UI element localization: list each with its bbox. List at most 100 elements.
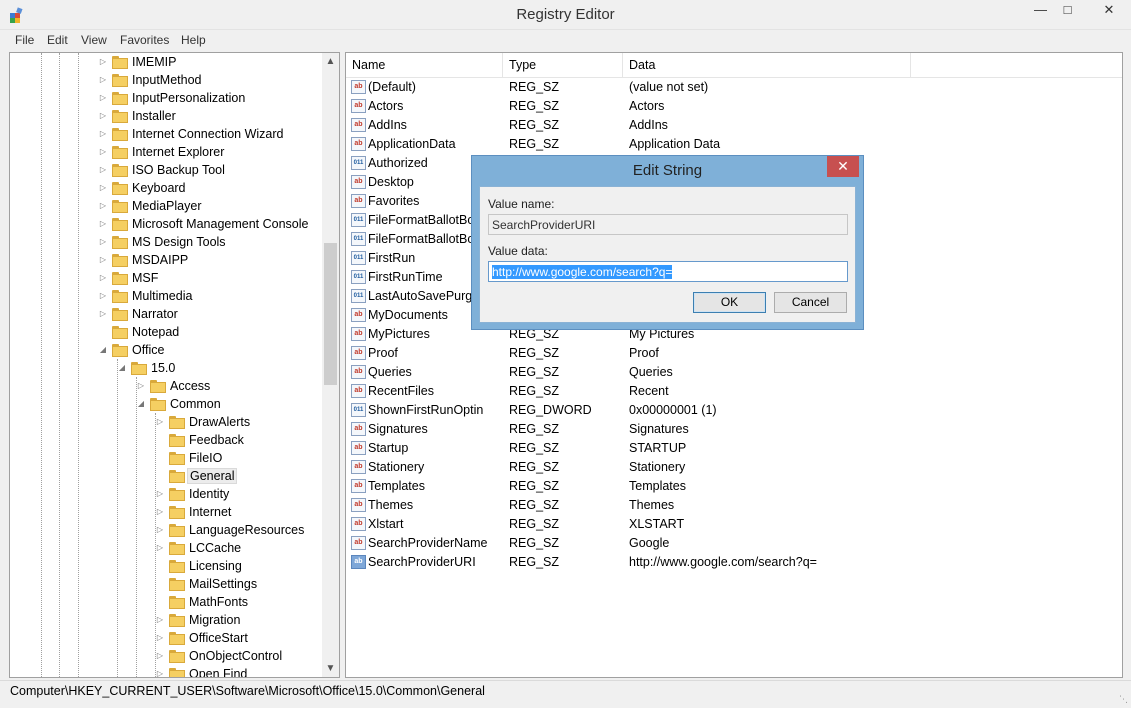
table-row[interactable]: ab Xlstart REG_SZ XLSTART — [346, 515, 1122, 534]
menu-edit[interactable]: Edit — [47, 33, 68, 47]
tree-node[interactable]: ▷ Keyboard — [10, 180, 330, 198]
tree-node-label[interactable]: OfficeStart — [187, 631, 250, 645]
expand-arrow-icon[interactable]: ▷ — [98, 165, 108, 175]
tree-node-label[interactable]: DrawAlerts — [187, 415, 252, 429]
tree-node[interactable]: ▷ Access — [10, 378, 330, 396]
tree-node[interactable]: ▷ LCCache — [10, 540, 330, 558]
table-row[interactable]: ab Proof REG_SZ Proof — [346, 344, 1122, 363]
tree-node[interactable]: ▷ Internet Explorer — [10, 144, 330, 162]
table-row[interactable]: ab Templates REG_SZ Templates — [346, 477, 1122, 496]
tree-node-label[interactable]: Keyboard — [130, 181, 188, 195]
expand-arrow-icon[interactable]: ▷ — [98, 255, 108, 265]
expand-arrow-icon[interactable]: ▷ — [155, 417, 165, 427]
tree-node[interactable]: ▷ Narrator — [10, 306, 330, 324]
tree-node[interactable]: ◢ Office — [10, 342, 330, 360]
table-row[interactable]: ab Startup REG_SZ STARTUP — [346, 439, 1122, 458]
scroll-thumb[interactable] — [324, 243, 337, 385]
tree-node-label[interactable]: Internet Explorer — [130, 145, 226, 159]
expand-arrow-icon[interactable]: ▷ — [98, 57, 108, 67]
tree-node-label[interactable]: InputPersonalization — [130, 91, 247, 105]
table-row[interactable]: 011 ShownFirstRunOptin REG_DWORD 0x00000001… — [346, 401, 1122, 420]
expand-arrow-icon[interactable]: ▷ — [98, 183, 108, 193]
tree-node-label[interactable]: Multimedia — [130, 289, 194, 303]
tree-node-label[interactable]: Licensing — [187, 559, 244, 573]
tree-node-label[interactable]: MSDAIPP — [130, 253, 190, 267]
menu-favorites[interactable]: Favorites — [120, 33, 169, 47]
resize-grip-icon[interactable]: ⋱ — [1119, 694, 1128, 705]
tree-node[interactable]: ▷ OnObjectControl — [10, 648, 330, 666]
tree-node[interactable]: General — [10, 468, 330, 486]
column-header-data[interactable]: Data — [623, 53, 911, 77]
tree-node[interactable]: Licensing — [10, 558, 330, 576]
tree-node[interactable]: ▷ Multimedia — [10, 288, 330, 306]
expand-arrow-icon[interactable]: ▷ — [98, 273, 108, 283]
table-row[interactable]: ab ApplicationData REG_SZ Application Data — [346, 135, 1122, 154]
tree-node[interactable]: MailSettings — [10, 576, 330, 594]
table-row[interactable]: ab Signatures REG_SZ Signatures — [346, 420, 1122, 439]
tree-node-label[interactable]: ISO Backup Tool — [130, 163, 227, 177]
collapse-arrow-icon[interactable]: ◢ — [117, 363, 127, 373]
expand-arrow-icon[interactable]: ▷ — [155, 489, 165, 499]
tree-node-label[interactable]: MailSettings — [187, 577, 259, 591]
expand-arrow-icon[interactable]: ▷ — [98, 309, 108, 319]
expand-arrow-icon[interactable]: ▷ — [155, 633, 165, 643]
tree-node-label[interactable]: Migration — [187, 613, 242, 627]
expand-arrow-icon[interactable]: ▷ — [136, 381, 146, 391]
table-row[interactable]: ab (Default) REG_SZ (value not set) — [346, 78, 1122, 97]
expand-arrow-icon[interactable]: ▷ — [98, 93, 108, 103]
tree-node-label[interactable]: MediaPlayer — [130, 199, 203, 213]
tree-scrollbar[interactable]: ▲ ▼ — [322, 53, 339, 677]
tree-node[interactable]: ▷ OfficeStart — [10, 630, 330, 648]
tree-node[interactable]: MathFonts — [10, 594, 330, 612]
expand-arrow-icon[interactable]: ▷ — [155, 669, 165, 677]
table-row[interactable]: ab SearchProviderURI REG_SZ http://www.goog… — [346, 553, 1122, 572]
column-header-type[interactable]: Type — [503, 53, 623, 77]
tree-node-label[interactable]: Common — [168, 397, 223, 411]
tree-node[interactable]: ▷ InputMethod — [10, 72, 330, 90]
table-row[interactable]: ab RecentFiles REG_SZ Recent — [346, 382, 1122, 401]
tree-node-label[interactable]: LanguageResources — [187, 523, 306, 537]
expand-arrow-icon[interactable]: ▷ — [155, 615, 165, 625]
menu-help[interactable]: Help — [181, 33, 206, 47]
tree-node-label[interactable]: IMEMIP — [130, 55, 178, 69]
tree-node[interactable]: ▷ ISO Backup Tool — [10, 162, 330, 180]
tree-node[interactable]: ▷ Migration — [10, 612, 330, 630]
tree-node[interactable]: ▷ IMEMIP — [10, 54, 330, 72]
collapse-arrow-icon[interactable]: ◢ — [136, 399, 146, 409]
tree-node-label[interactable]: Open Find — [187, 667, 249, 677]
expand-arrow-icon[interactable]: ▷ — [98, 201, 108, 211]
table-row[interactable]: ab Themes REG_SZ Themes — [346, 496, 1122, 515]
registry-tree[interactable]: ▷ IMEMIP ▷ InputMethod ▷ InputPersonalization… — [9, 52, 340, 678]
ok-button[interactable]: OK — [693, 292, 766, 313]
tree-node-label[interactable]: FileIO — [187, 451, 224, 465]
expand-arrow-icon[interactable]: ▷ — [98, 237, 108, 247]
expand-arrow-icon[interactable]: ▷ — [98, 219, 108, 229]
expand-arrow-icon[interactable]: ▷ — [155, 651, 165, 661]
table-row[interactable]: ab Actors REG_SZ Actors — [346, 97, 1122, 116]
values-list[interactable]: Name Type Data ab (Default) REG_SZ (value n… — [345, 52, 1123, 678]
tree-node-label[interactable]: Installer — [130, 109, 178, 123]
table-row[interactable]: ab AddIns REG_SZ AddIns — [346, 116, 1122, 135]
expand-arrow-icon[interactable]: ▷ — [98, 291, 108, 301]
tree-node-label[interactable]: 15.0 — [149, 361, 177, 375]
tree-node[interactable]: FileIO — [10, 450, 330, 468]
minimize-button[interactable]: — — [1027, 0, 1054, 22]
expand-arrow-icon[interactable]: ▷ — [98, 147, 108, 157]
scroll-down-icon[interactable]: ▼ — [322, 660, 339, 677]
tree-node[interactable]: ▷ MediaPlayer — [10, 198, 330, 216]
tree-node[interactable]: ▷ Open Find — [10, 666, 330, 677]
tree-node-label[interactable]: Access — [168, 379, 212, 393]
menu-view[interactable]: View — [81, 33, 107, 47]
tree-node-label[interactable]: Microsoft Management Console — [130, 217, 310, 231]
close-button[interactable]: ✕ — [1089, 0, 1129, 22]
menu-file[interactable]: File — [15, 33, 34, 47]
tree-node-label[interactable]: Feedback — [187, 433, 246, 447]
tree-node[interactable]: ▷ Identity — [10, 486, 330, 504]
tree-node-label[interactable]: Notepad — [130, 325, 181, 339]
expand-arrow-icon[interactable]: ▷ — [98, 75, 108, 85]
cancel-button[interactable]: Cancel — [774, 292, 847, 313]
expand-arrow-icon[interactable]: ▷ — [155, 507, 165, 517]
tree-node[interactable]: Feedback — [10, 432, 330, 450]
table-row[interactable]: ab Queries REG_SZ Queries — [346, 363, 1122, 382]
maximize-button[interactable]: □ — [1054, 0, 1081, 22]
